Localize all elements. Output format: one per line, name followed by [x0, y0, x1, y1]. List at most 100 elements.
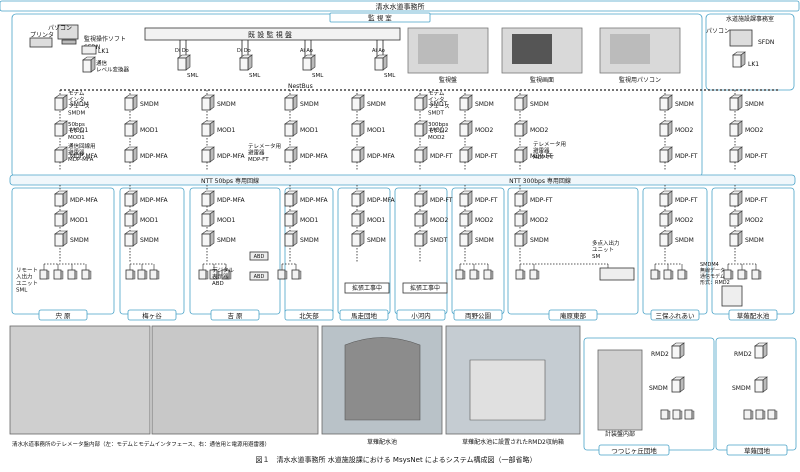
- col0-dev1-body: [54, 123, 64, 137]
- panel-sml-0-side: [185, 54, 191, 71]
- site-sml-0-1: [53, 269, 62, 280]
- io-label-1: Di Do: [237, 48, 251, 54]
- col7-dev2-side: [522, 146, 528, 163]
- abd-2-label: ABD: [254, 274, 265, 280]
- low7-label2: SMDM: [530, 237, 549, 244]
- col6-dev1-side: [467, 120, 473, 137]
- site-sml-5-1-side: [536, 270, 540, 280]
- nestbus-label: NestBus: [288, 83, 313, 90]
- low0-dev1-side: [62, 210, 68, 227]
- col5-label2: MDP-FT: [430, 153, 453, 160]
- low9-label1: MOD2: [745, 217, 764, 224]
- rmd2-device-0-body: [671, 345, 681, 359]
- low5-dev2-body: [414, 233, 424, 247]
- low4-dev1-side: [359, 210, 365, 227]
- col4-label1: MOD1: [367, 127, 386, 134]
- low2-dev2-body: [201, 233, 211, 247]
- rmd2-device-0-side: [679, 342, 685, 359]
- site-sml-6-0: [650, 269, 659, 280]
- low7-dev1-body: [514, 213, 524, 227]
- col8-dev0-side: [667, 94, 673, 111]
- photo-caption-0: 監視盤: [439, 76, 457, 84]
- expansion-label-1: 拡張工事中: [410, 284, 440, 292]
- col0-dev2-side: [62, 146, 68, 163]
- bottom-sml-1-2: [767, 409, 776, 420]
- printer: [29, 37, 53, 48]
- smdm-b-label-0: SMDM: [649, 385, 668, 392]
- pc-keyboard: [61, 39, 77, 45]
- site-sml-5-0-side: [522, 270, 526, 280]
- figure-caption: 図１ 清水水道事務所 水道施設課における MsysNet によるシステム構成図（…: [255, 455, 536, 464]
- system-diagram-page: 清水水道事務所監 視 室水道施設課事務室パソコンプリンタ監視操作ソフトSFDNL…: [0, 0, 800, 468]
- low8-dev2-body: [659, 233, 669, 247]
- low2-label1: MOD1: [217, 217, 236, 224]
- low2-dev0-body: [201, 193, 211, 207]
- bottom-sml-1-0: [743, 409, 752, 420]
- low3-dev1-side: [292, 210, 298, 227]
- modem50-label: 50bps モデム MOD1: [68, 122, 85, 141]
- col2-dev0-body: [201, 97, 211, 111]
- col5-dev1-body: [414, 123, 424, 137]
- low3-label0: MDP-MFA: [300, 197, 329, 204]
- low3-dev0-side: [292, 190, 298, 207]
- col0-dev0-body: [54, 97, 64, 111]
- col8-dev0-body: [659, 97, 669, 111]
- col3-dev1-body: [284, 123, 294, 137]
- io-label-3: Ai Ao: [372, 48, 385, 54]
- expansion-label-0: 拡張工事中: [352, 284, 382, 292]
- site-sml-1-0-side: [132, 270, 136, 280]
- col1-dev2-side: [132, 146, 138, 163]
- low4-dev2-side: [359, 230, 365, 247]
- low6-dev2-body: [459, 233, 469, 247]
- low1-dev2-side: [132, 230, 138, 247]
- low5-dev1-body: [414, 213, 424, 227]
- low9-dev2-body: [729, 233, 739, 247]
- bottom-site-name-1: 草薙団地: [744, 446, 771, 455]
- multi-unit: [599, 267, 635, 281]
- existing-panel-label: 既 設 監 視 盤: [248, 30, 292, 39]
- site-frame-3: [284, 187, 334, 315]
- col0-dev1-side: [62, 120, 68, 137]
- site-sml-7-1-side: [744, 270, 748, 280]
- ntt-band: [9, 174, 796, 186]
- low2-dev0-side: [209, 190, 215, 207]
- low6-dev2-side: [467, 230, 473, 247]
- low2-dev1-body: [201, 213, 211, 227]
- site-sml-7-0: [723, 269, 732, 280]
- site-frame-5: [394, 187, 448, 315]
- col2-dev1-side: [209, 120, 215, 137]
- low9-label2: SMDM: [745, 237, 764, 244]
- site-sml-0-2: [67, 269, 76, 280]
- low5-label2: SMDT: [430, 237, 448, 244]
- col9-label1: MOD2: [745, 127, 764, 134]
- office-lk1-body: [732, 54, 742, 68]
- site-name-4: 馬走団地: [351, 311, 378, 320]
- col6-dev0-side: [467, 94, 473, 111]
- low6-label2: SMDM: [475, 237, 494, 244]
- col6-dev0-body: [459, 97, 469, 111]
- low1-dev2-body: [124, 233, 134, 247]
- col0-dev2-body: [54, 149, 64, 163]
- panel-sml-3-body: [374, 57, 384, 71]
- site-sml-6-1: [663, 269, 672, 280]
- site-sml-4-2-side: [490, 270, 494, 280]
- pc-label: パソコン: [48, 25, 72, 32]
- low5-dev1-side: [422, 210, 428, 227]
- bottom-sml-0-2-side: [691, 410, 695, 420]
- col3-dev0-body: [284, 97, 294, 111]
- low0-dev0-body: [54, 193, 64, 207]
- low6-dev0-body: [459, 193, 469, 207]
- low6-dev1-side: [467, 210, 473, 227]
- site-sml-2-0: [198, 269, 207, 280]
- low2-dev1-side: [209, 210, 215, 227]
- low1-dev1-body: [124, 213, 134, 227]
- panel-sml-label-1: SML: [249, 73, 261, 79]
- col4-dev1-side: [359, 120, 365, 137]
- low3-dev0-body: [284, 193, 294, 207]
- col8-dev2-body: [659, 149, 669, 163]
- photo-caption-1: 監視画面: [530, 76, 554, 84]
- low3-dev2-side: [292, 230, 298, 247]
- low0-dev0-side: [62, 190, 68, 207]
- rmd2-label-0: RMD2: [651, 351, 669, 358]
- io-label-2: Ai Ao: [300, 48, 313, 54]
